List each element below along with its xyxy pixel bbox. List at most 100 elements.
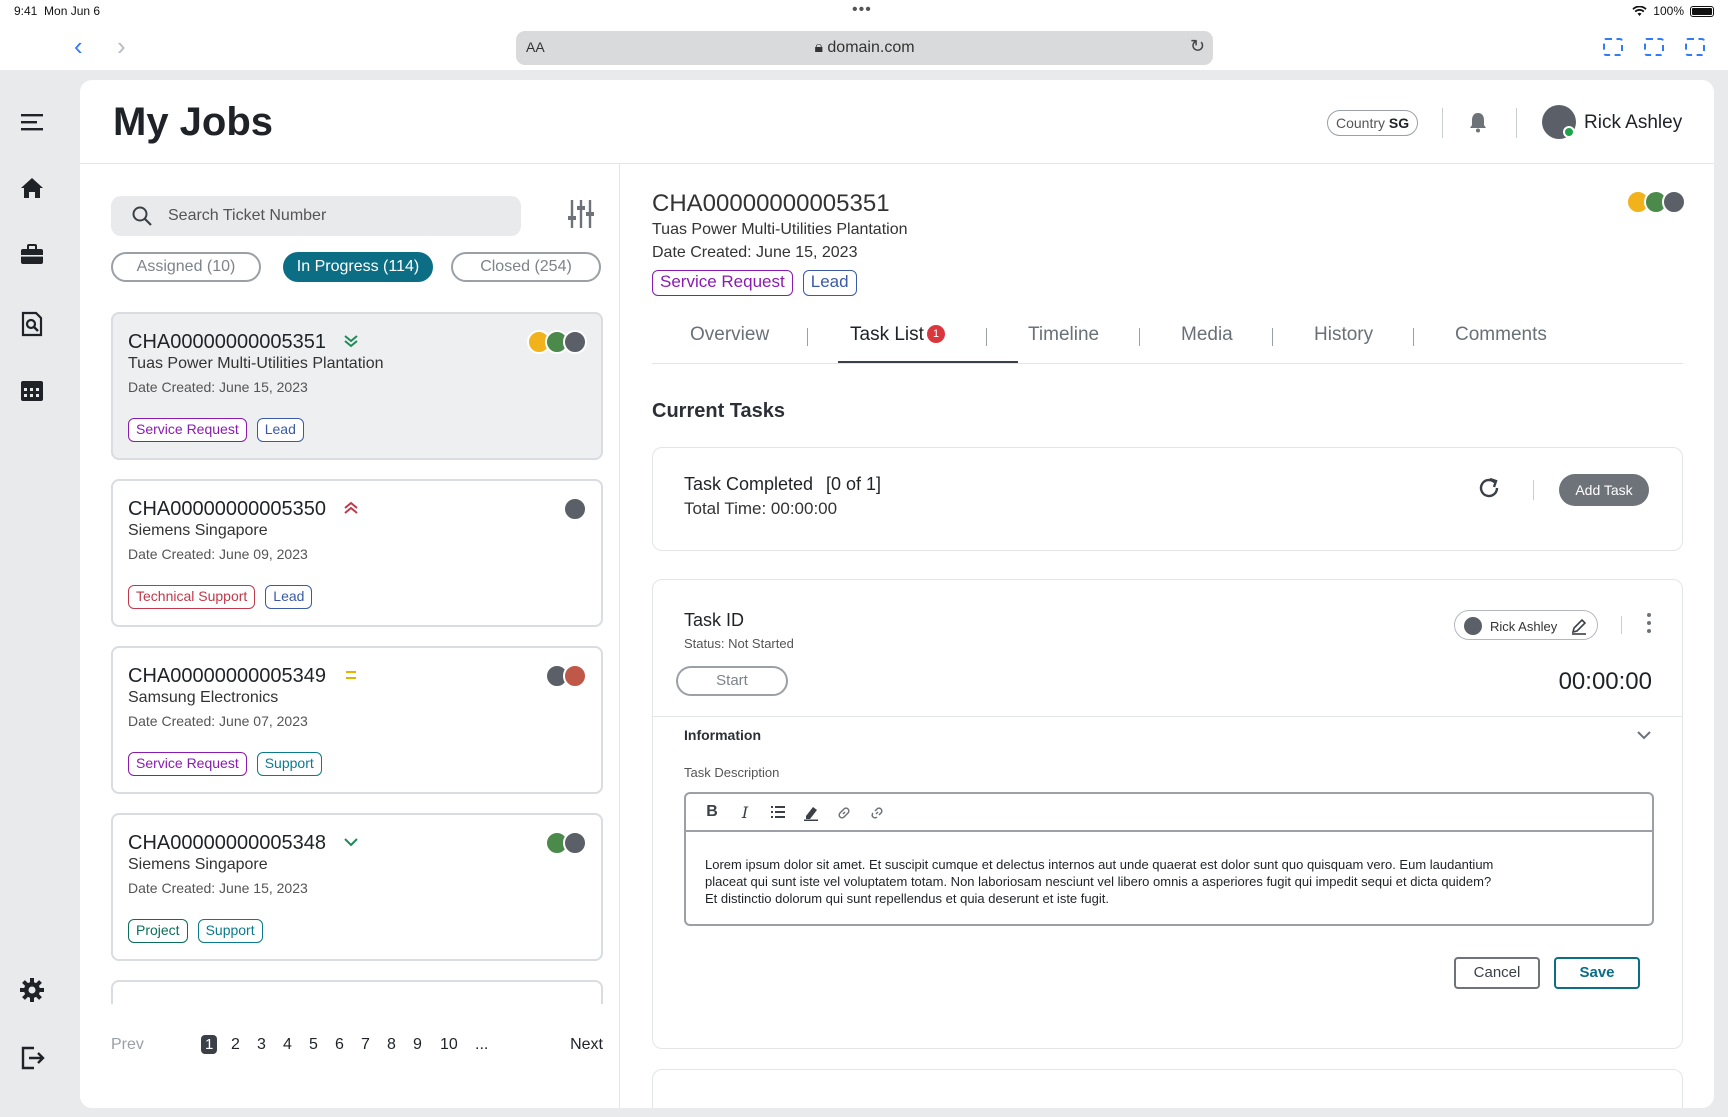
job-card[interactable]: CHA00000000005350 Siemens Singapore Date… — [111, 479, 603, 627]
tab-comments[interactable]: Comments — [1455, 324, 1547, 346]
job-ticket-id: CHA00000000005351 — [128, 331, 326, 353]
link-icon[interactable] — [834, 805, 854, 821]
tab-media[interactable]: Media — [1181, 324, 1233, 346]
page-link[interactable]: 4 — [283, 1036, 292, 1054]
search-input[interactable]: Search Ticket Number — [111, 196, 521, 236]
tag-service-request: Service Request — [128, 752, 247, 776]
task-completed-label: Task Completed — [684, 474, 814, 494]
detail-tabs: Overview Task List 1 Timeline Media Hist… — [652, 304, 1683, 364]
italic-icon[interactable]: I — [735, 803, 755, 822]
tag-lead: Lead — [256, 418, 304, 442]
page-link[interactable]: 9 — [413, 1036, 422, 1054]
page-current[interactable]: 1 — [201, 1035, 218, 1054]
list-icon[interactable] — [768, 805, 788, 819]
page-ellipsis: ... — [475, 1036, 489, 1053]
job-tags: Technical Support Lead — [128, 585, 313, 609]
calendar-icon[interactable] — [18, 376, 46, 404]
more-options-icon[interactable] — [1647, 612, 1651, 634]
add-task-button[interactable]: Add Task — [1559, 474, 1649, 506]
tabs-icon[interactable] — [1685, 38, 1705, 56]
menu-icon[interactable] — [18, 108, 46, 136]
tag-support: Support — [197, 919, 263, 943]
page-link[interactable]: 8 — [387, 1036, 396, 1054]
page-link[interactable]: 2 — [231, 1036, 240, 1054]
tab-divider — [1413, 328, 1414, 346]
save-button[interactable]: Save — [1554, 957, 1640, 989]
priority-highest-icon — [344, 501, 358, 514]
task-assignee-chip[interactable]: Rick Ashley — [1454, 610, 1598, 640]
pagination-next[interactable]: Next — [570, 1036, 603, 1054]
forward-icon[interactable]: › — [117, 32, 126, 60]
country-selector[interactable]: Country SG — [1327, 110, 1419, 136]
start-button[interactable]: Start — [676, 666, 788, 696]
bold-icon[interactable]: B — [702, 803, 722, 821]
job-date: Date Created: June 15, 2023 — [128, 880, 308, 896]
highlight-icon[interactable] — [801, 805, 821, 821]
page-link[interactable]: 6 — [335, 1036, 344, 1054]
information-section-toggle[interactable]: Information — [653, 716, 1682, 752]
unlink-icon[interactable] — [867, 805, 887, 821]
job-card[interactable]: CHA00000000005351 Tuas Power Multi-Utili… — [111, 312, 603, 460]
job-tags: Service Request Lead — [128, 418, 304, 442]
reload-icon[interactable]: ↻ — [1190, 36, 1205, 57]
tab-timeline[interactable]: Timeline — [1028, 324, 1099, 346]
tab-history[interactable]: History — [1314, 324, 1373, 346]
job-card[interactable]: CHA00000000005349 Samsung Electronics Da… — [111, 646, 603, 794]
task-timer: 00:00:00 — [1558, 668, 1652, 695]
document-search-icon[interactable] — [18, 310, 46, 338]
filter-in-progress[interactable]: In Progress (114) — [283, 252, 433, 282]
back-icon[interactable]: ‹ — [74, 32, 83, 60]
detail-ticket-id: CHA00000000005351 — [652, 190, 890, 217]
tab-divider — [1272, 328, 1273, 346]
tab-task-list[interactable]: Task List — [850, 324, 924, 346]
job-card[interactable]: CHA00000000005348 Siemens Singapore Date… — [111, 813, 603, 961]
tab-overview[interactable]: Overview — [690, 324, 769, 346]
logout-icon[interactable] — [18, 1044, 46, 1072]
filter-sliders-icon[interactable] — [566, 198, 596, 230]
job-card-partial[interactable] — [111, 980, 603, 1004]
chevron-down-icon[interactable] — [1636, 727, 1652, 743]
header-divider — [1442, 108, 1443, 138]
total-time: Total Time: 00:00:00 — [684, 499, 838, 518]
job-company: Samsung Electronics — [128, 689, 279, 706]
task-description-editor[interactable]: B I Lorem ipsum dolor sit amet. Et susci… — [684, 792, 1654, 926]
sidebar-toggle-icon[interactable] — [1603, 38, 1623, 56]
page-header: My Jobs Country SG Rick Ashley — [80, 80, 1714, 164]
task-card: Task ID Status: Not Started Rick Ashley … — [652, 579, 1683, 1049]
tag-project: Project — [128, 919, 188, 943]
pagination-prev[interactable]: Prev — [111, 1036, 144, 1054]
user-name[interactable]: Rick Ashley — [1584, 112, 1682, 134]
assignee-name: Rick Ashley — [1490, 619, 1558, 634]
avatar — [1662, 190, 1686, 214]
filter-closed[interactable]: Closed (254) — [451, 252, 601, 282]
tag-support: Support — [256, 752, 322, 776]
more-dots-icon[interactable]: ••• — [852, 1, 872, 19]
briefcase-icon[interactable] — [18, 240, 46, 268]
page-link[interactable]: 10 — [440, 1036, 458, 1054]
priority-lowest-icon — [344, 335, 358, 348]
battery-percent: 100% — [1653, 4, 1684, 18]
bell-icon[interactable] — [1466, 110, 1490, 134]
status-right: 100% — [1632, 4, 1714, 18]
page-link[interactable]: 7 — [361, 1036, 370, 1054]
filter-assigned[interactable]: Assigned (10) — [111, 252, 261, 282]
tag-service-request: Service Request — [652, 270, 793, 296]
online-status-dot — [1563, 126, 1575, 138]
edit-pencil-icon[interactable] — [1570, 617, 1588, 635]
task-completed-count: [0 of 1] — [826, 474, 882, 494]
share-icon[interactable] — [1644, 38, 1664, 56]
page-link[interactable]: 5 — [309, 1036, 318, 1054]
refresh-icon[interactable] — [1476, 475, 1502, 501]
wifi-icon — [1632, 5, 1647, 16]
address-bar[interactable]: AA 🔒︎ domain.com ↻ — [516, 31, 1213, 65]
task-description-text[interactable]: Lorem ipsum dolor sit amet. Et suscipit … — [705, 856, 1495, 907]
home-icon[interactable] — [18, 174, 46, 202]
page-link[interactable]: 3 — [257, 1036, 266, 1054]
cancel-button[interactable]: Cancel — [1454, 957, 1540, 989]
header-divider — [1516, 108, 1517, 138]
current-tasks-heading: Current Tasks — [652, 400, 786, 422]
editor-toolbar: B I — [686, 794, 1652, 832]
job-company: Tuas Power Multi-Utilities Plantation — [128, 355, 384, 372]
tab-divider — [807, 328, 808, 346]
settings-icon[interactable] — [18, 976, 46, 1004]
